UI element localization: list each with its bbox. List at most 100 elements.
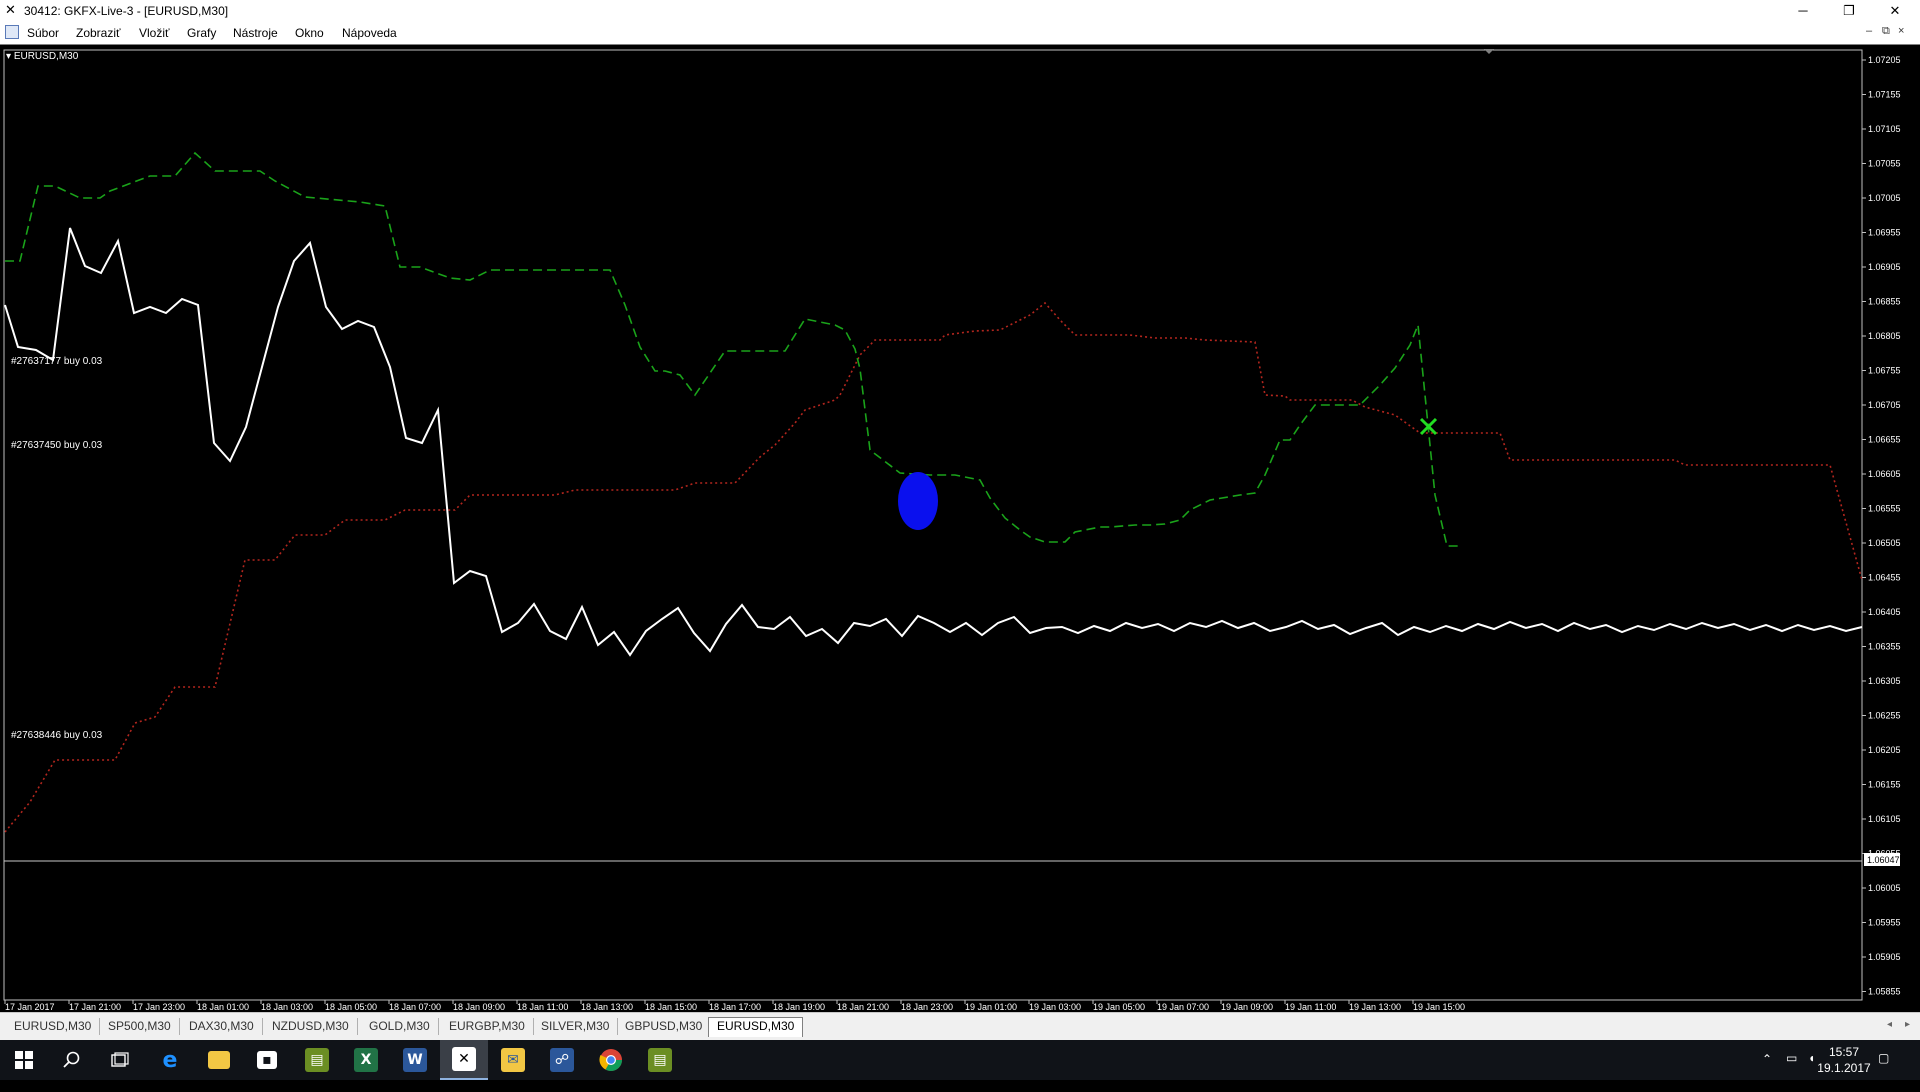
time-axis-label: 19 Jan 11:00 (1285, 1002, 1336, 1012)
tab-dax30-m30[interactable]: DAX30,M30 (181, 1018, 263, 1035)
price-axis-label: 1.05905 (1868, 952, 1901, 962)
tab-gold-m30[interactable]: GOLD,M30 (361, 1018, 439, 1035)
tray-chevron-icon[interactable]: ⌃ (1762, 1052, 1772, 1092)
menu-bar: Súbor Zobraziť Vložiť Grafy Nástroje Okn… (0, 22, 1920, 44)
menu-window[interactable]: Okno (295, 26, 324, 40)
menu-tools[interactable]: Nástroje (233, 26, 278, 40)
menu-view[interactable]: Zobraziť (76, 26, 121, 40)
network-icon[interactable]: ▭ (1786, 1051, 1797, 1091)
menu-insert[interactable]: Vložiť (139, 26, 170, 40)
time-axis-label: 17 Jan 2017 (5, 1002, 55, 1012)
price-axis-label: 1.06505 (1868, 538, 1901, 548)
time-axis-label: 18 Jan 09:00 (453, 1002, 505, 1012)
time-axis-label: 19 Jan 13:00 (1349, 1002, 1401, 1012)
time-axis-label: 17 Jan 23:00 (133, 1002, 185, 1012)
blue-marker (898, 472, 938, 530)
start-icon[interactable] (0, 1040, 48, 1080)
price-axis-label: 1.06905 (1868, 262, 1901, 272)
clock-time: 15:57 (1828, 1045, 1860, 1059)
current-price-label: 1.06047 (1867, 855, 1900, 865)
chart-shift-marker[interactable] (1484, 49, 1494, 54)
price-axis-label: 1.06605 (1868, 469, 1901, 479)
green-dashed-line (5, 151, 1462, 547)
app-logo-icon: ✕ (5, 2, 16, 17)
menu-file[interactable]: Súbor (27, 26, 59, 40)
price-axis-label: 1.06755 (1868, 366, 1901, 376)
mt4-alt-icon[interactable]: ▤ (636, 1040, 684, 1080)
edge-icon[interactable]: e (146, 1040, 194, 1080)
mt4-icon[interactable]: ▤ (293, 1040, 341, 1080)
chrome-icon[interactable] (587, 1040, 635, 1080)
price-axis-label: 1.06155 (1868, 780, 1901, 790)
chart-symbol-text: EURUSD,M30 (13, 51, 79, 62)
word-icon[interactable]: W (391, 1040, 439, 1080)
time-axis-label: 19 Jan 05:00 (1093, 1002, 1145, 1012)
price-axis-label: 1.06005 (1868, 883, 1901, 893)
price-axis-label: 1.06105 (1868, 814, 1901, 824)
tab-eurusd-m30[interactable]: EURUSD,M30 (6, 1018, 101, 1035)
menu-help[interactable]: Nápoveda (342, 26, 397, 40)
time-axis-label: 18 Jan 07:00 (389, 1002, 441, 1012)
close-button[interactable]: ✕ (1872, 0, 1918, 22)
chart-window[interactable]: 1.07205 1.07155 1.07105 1.07055 1.07005 1.069… (0, 44, 1920, 1013)
chart-symbol-label: ▾ EURUSD,M30 (6, 51, 79, 62)
price-line (4, 227, 1863, 657)
store-icon[interactable]: ▪ (243, 1040, 291, 1080)
search-icon[interactable] (48, 1040, 96, 1080)
order-label: #27637177 buy 0.03 (11, 356, 103, 367)
minimize-button[interactable]: ─ (1780, 0, 1826, 22)
price-axis-label: 1.07055 (1868, 159, 1901, 169)
price-axis-label: 1.06855 (1868, 297, 1901, 307)
notifications-icon[interactable]: ▢ (1878, 1051, 1889, 1091)
mail-icon[interactable]: ✉ (489, 1040, 537, 1080)
time-axis-label: 19 Jan 07:00 (1157, 1002, 1209, 1012)
mdi-restore-button[interactable]: ⧉ (1882, 25, 1890, 38)
tab-gbpusd-m30[interactable]: GBPUSD,M30 (617, 1018, 712, 1035)
tab-eurusd-m30-active[interactable]: EURUSD,M30 (708, 1017, 804, 1037)
price-axis-label: 1.06955 (1868, 228, 1901, 238)
time-axis-label: 18 Jan 23:00 (901, 1002, 953, 1012)
price-axis-label: 1.07105 (1868, 124, 1901, 134)
time-axis-label: 18 Jan 19:00 (773, 1002, 825, 1012)
people-icon[interactable]: ☍ (538, 1040, 586, 1080)
time-axis-label: 17 Jan 21:00 (69, 1002, 121, 1012)
price-axis-label: 1.07205 (1868, 55, 1901, 65)
task-view-icon[interactable] (96, 1040, 144, 1080)
menu-charts[interactable]: Grafy (187, 26, 216, 40)
file-explorer-icon[interactable] (195, 1040, 243, 1080)
time-axis-label: 19 Jan 01:00 (965, 1002, 1017, 1012)
time-axis-label: 19 Jan 15:00 (1413, 1002, 1465, 1012)
order-label: #27637450 buy 0.03 (11, 440, 103, 451)
price-axis-label: 1.06305 (1868, 676, 1901, 686)
excel-icon[interactable]: X (342, 1040, 390, 1080)
mdi-minimize-button[interactable]: – (1866, 25, 1872, 37)
price-axis-label: 1.06455 (1868, 573, 1901, 583)
document-icon[interactable] (5, 25, 19, 39)
tab-scroll-right-icon[interactable]: ▸ (1905, 1019, 1910, 1030)
tab-sp500-m30[interactable]: SP500,M30 (100, 1018, 180, 1035)
tab-eurgbp-m30[interactable]: EURGBP,M30 (441, 1018, 534, 1035)
xtb-icon[interactable]: ✕ (440, 1040, 488, 1080)
time-axis-label: 18 Jan 15:00 (645, 1002, 697, 1012)
tab-scroll-left-icon[interactable]: ◂ (1887, 1019, 1892, 1030)
tab-silver-m30[interactable]: SILVER,M30 (533, 1018, 619, 1035)
time-axis-label: 18 Jan 05:00 (325, 1002, 377, 1012)
price-axis-label: 1.05855 (1868, 987, 1901, 997)
time-axis-label: 18 Jan 11:00 (517, 1002, 568, 1012)
tab-nzdusd-m30[interactable]: NZDUSD,M30 (264, 1018, 358, 1035)
time-axis-label: 18 Jan 21:00 (837, 1002, 889, 1012)
price-axis-label: 1.05955 (1868, 918, 1901, 928)
window-title: 30412: GKFX-Live-3 - [EURUSD,M30] (24, 4, 229, 18)
chart-canvas[interactable]: 1.07205 1.07155 1.07105 1.07055 1.07005 1.069… (0, 45, 1920, 1013)
price-axis-label: 1.06205 (1868, 745, 1901, 755)
price-axis-label: 1.06355 (1868, 642, 1901, 652)
mdi-close-button[interactable]: × (1898, 25, 1904, 37)
red-dotted-line (4, 301, 1863, 833)
clock[interactable]: 15:57 19.1.2017 (1814, 1044, 1874, 1076)
time-axis-label: 19 Jan 09:00 (1221, 1002, 1273, 1012)
taskbar: e ▪ ▤ X W ✕ ✉ ☍ ▤ ⌃ ▭ ◖ 15:57 19.1.2017 … (0, 1040, 1920, 1080)
price-axis-label: 1.07155 (1868, 90, 1901, 100)
time-axis-label: 18 Jan 17:00 (709, 1002, 761, 1012)
chart-tabs-bar: EURUSD,M30 SP500,M30 DAX30,M30 NZDUSD,M3… (0, 1012, 1920, 1041)
restore-button[interactable]: ❐ (1826, 0, 1872, 22)
